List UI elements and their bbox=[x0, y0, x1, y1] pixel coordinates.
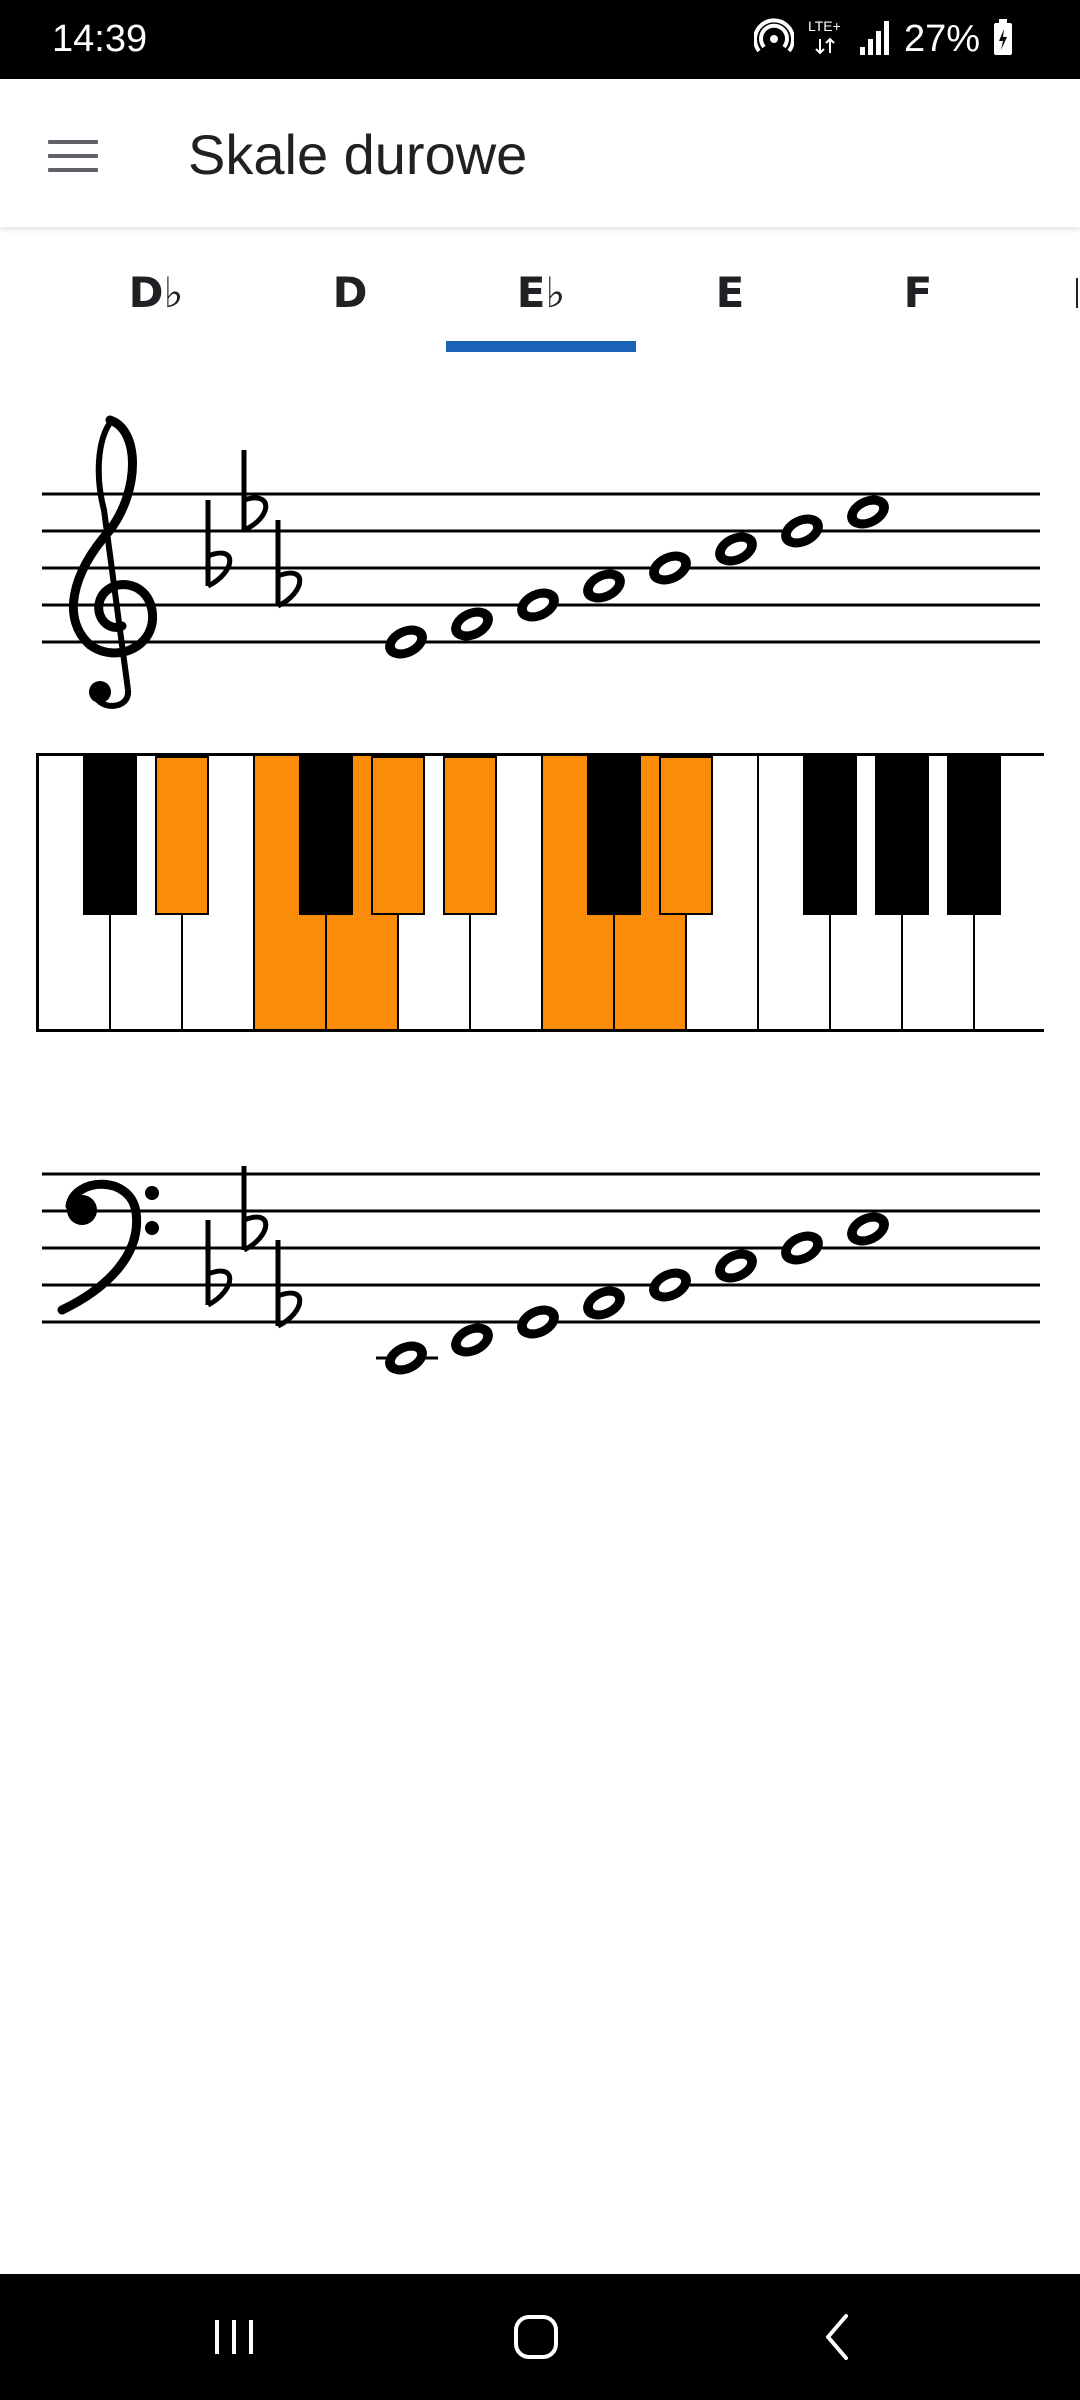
flat-b-icon bbox=[241, 1166, 269, 1253]
tab-d[interactable]: D bbox=[280, 227, 420, 357]
piano-black-key-highlighted bbox=[371, 756, 425, 915]
treble-notes bbox=[385, 495, 889, 659]
note-icon bbox=[583, 569, 625, 603]
key-signature-flats bbox=[205, 1166, 303, 1329]
battery-charging-icon bbox=[992, 17, 1014, 62]
svg-text:LTE+: LTE+ bbox=[808, 18, 841, 34]
page-title: Skale durowe bbox=[188, 123, 528, 186]
note-icon bbox=[583, 1286, 625, 1320]
flat-a-icon bbox=[275, 1240, 303, 1329]
note-icon bbox=[649, 1268, 691, 1302]
status-time: 14:39 bbox=[52, 18, 148, 60]
note-icon bbox=[385, 625, 427, 659]
tab-d-flat[interactable]: D♭ bbox=[86, 227, 226, 357]
recent-apps-icon[interactable] bbox=[144, 2274, 324, 2400]
tab-f[interactable]: F bbox=[848, 227, 988, 357]
note-icon bbox=[517, 588, 559, 622]
hotspot-icon bbox=[753, 17, 795, 62]
piano-black-key bbox=[803, 756, 857, 915]
flat-e-icon bbox=[205, 1220, 233, 1308]
note-icon bbox=[385, 1341, 427, 1375]
piano-black-key bbox=[587, 756, 641, 915]
piano-keyboard bbox=[36, 753, 1045, 1032]
scale-tabs: D♭ D E♭ E F bbox=[0, 227, 1080, 357]
bass-notes bbox=[376, 1212, 889, 1375]
selected-tab-indicator bbox=[446, 341, 636, 352]
piano-black-key bbox=[875, 756, 929, 915]
note-icon bbox=[649, 551, 691, 585]
piano-black-key bbox=[83, 756, 137, 915]
note-icon bbox=[781, 514, 823, 548]
note-icon bbox=[451, 1323, 493, 1357]
lte-plus-icon: LTE+ bbox=[806, 17, 846, 62]
piano-black-key-highlighted bbox=[659, 756, 713, 915]
signal-icon bbox=[858, 17, 892, 62]
piano-black-key-highlighted bbox=[443, 756, 497, 915]
note-icon bbox=[451, 607, 493, 641]
battery-percent: 27% bbox=[903, 18, 980, 60]
tab-next-partial[interactable] bbox=[1062, 227, 1080, 357]
note-icon bbox=[781, 1231, 823, 1265]
note-icon bbox=[517, 1305, 559, 1339]
tab-e[interactable]: E bbox=[660, 227, 800, 357]
flat-e-icon bbox=[205, 500, 233, 589]
system-nav-bar bbox=[0, 2274, 1080, 2400]
home-icon[interactable] bbox=[446, 2274, 626, 2400]
piano-black-key bbox=[947, 756, 1001, 915]
hamburger-menu-icon[interactable] bbox=[30, 113, 116, 199]
key-signature-flats bbox=[205, 450, 303, 609]
flat-b-icon bbox=[241, 450, 269, 533]
note-icon bbox=[715, 532, 757, 566]
status-bar: 14:39 LTE+ 27% bbox=[0, 0, 1080, 79]
note-icon bbox=[847, 495, 889, 529]
back-icon[interactable] bbox=[748, 2274, 928, 2400]
app-bar: Skale durowe bbox=[0, 79, 1080, 227]
bass-staff bbox=[42, 1166, 1040, 1375]
treble-clef-icon bbox=[68, 415, 158, 709]
tab-e-flat[interactable]: E♭ bbox=[466, 227, 616, 357]
piano-black-key-highlighted bbox=[155, 756, 209, 915]
note-icon bbox=[847, 1212, 889, 1246]
status-icons: LTE+ 27% bbox=[753, 12, 1014, 66]
treble-staff bbox=[42, 415, 1040, 709]
note-icon bbox=[715, 1249, 757, 1283]
piano-black-key bbox=[299, 756, 353, 915]
flat-a-icon bbox=[275, 520, 303, 609]
